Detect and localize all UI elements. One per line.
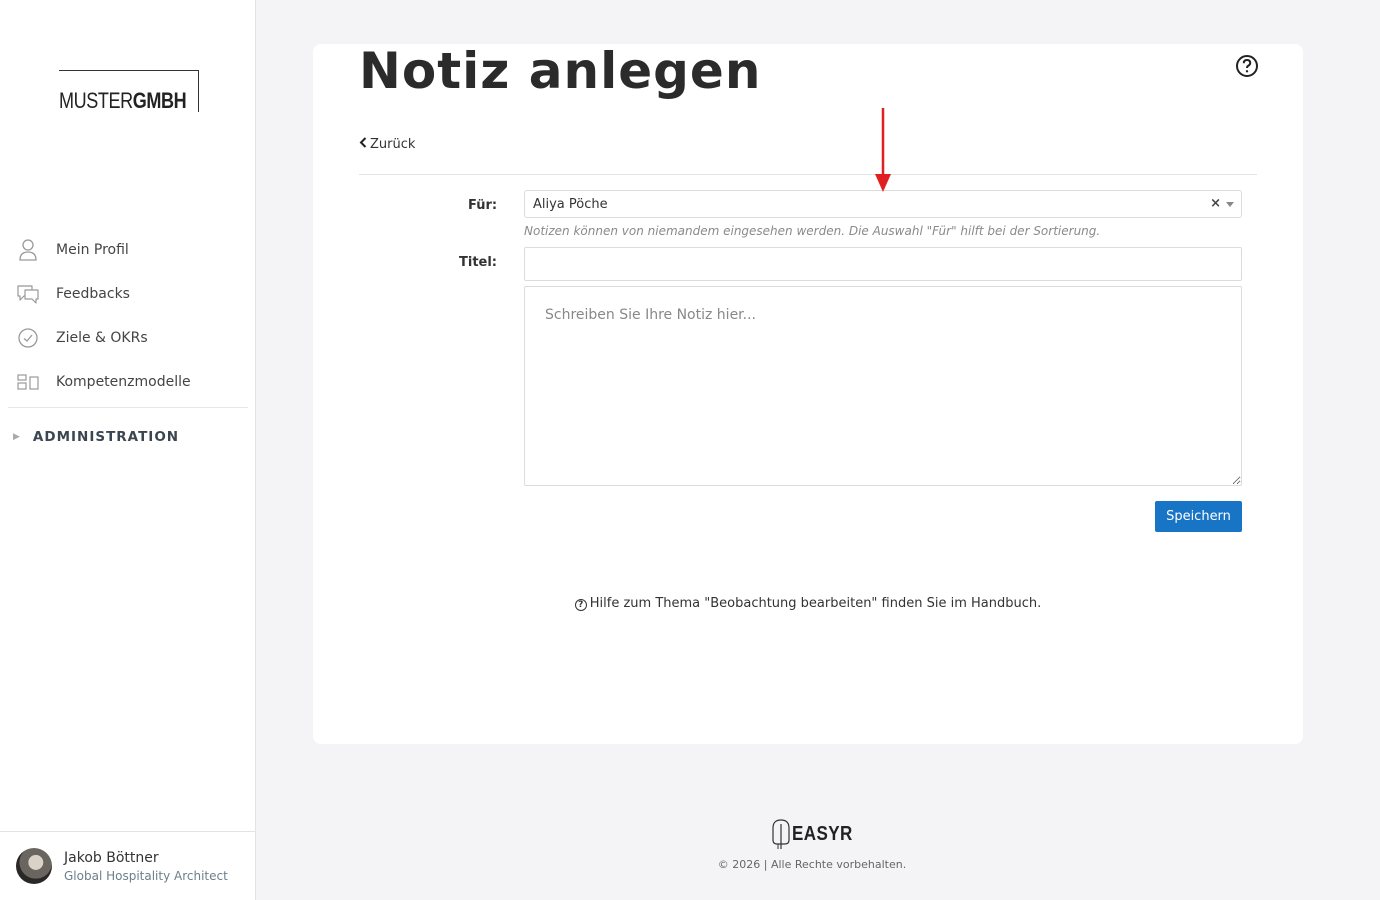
note-textarea[interactable] xyxy=(524,286,1242,486)
title-input[interactable] xyxy=(524,247,1242,281)
sidebar-item-label: Ziele & OKRs xyxy=(56,330,148,346)
sidebar-item-label: Feedbacks xyxy=(56,286,130,302)
sidebar-item-mein-profil[interactable]: Mein Profil xyxy=(8,228,248,272)
for-select-value: Aliya Pöche xyxy=(533,197,608,212)
handbook-help-text: Hilfe zum Thema "Beobachtung bearbeiten"… xyxy=(589,596,1042,611)
chat-icon xyxy=(17,283,39,305)
annotation-arrow-icon xyxy=(875,108,891,192)
sidebar-item-administration[interactable]: ▶ ADMINISTRATION xyxy=(8,408,248,466)
user-role: Global Hospitality Architect xyxy=(64,869,228,883)
for-label: Für: xyxy=(468,198,498,213)
administration-label: ADMINISTRATION xyxy=(32,429,180,445)
sidebar-nav: Mein Profil Feedbacks Ziele & OKRs Kompe… xyxy=(8,228,248,466)
clear-selection-icon[interactable]: × xyxy=(1210,196,1221,211)
page-title: Notiz anlegen xyxy=(359,42,762,100)
check-circle-icon xyxy=(17,327,39,349)
back-link[interactable]: Zurück xyxy=(359,137,415,152)
logo-text-bold: GMBH xyxy=(132,88,187,113)
sidebar-item-ziele-okrs[interactable]: Ziele & OKRs xyxy=(8,316,248,360)
sidebar-item-label: Kompetenzmodelle xyxy=(56,374,191,390)
for-hint: Notizen können von niemandem eingesehen … xyxy=(524,224,1101,238)
main-card: Notiz anlegen Zurück Für: Aliya Pöche × … xyxy=(313,42,1303,744)
user-icon xyxy=(17,239,39,261)
question-circle-icon: ? xyxy=(574,599,587,611)
easyr-logo[interactable]: EASYR xyxy=(772,818,863,850)
sidebar-item-feedbacks[interactable]: Feedbacks xyxy=(8,272,248,316)
divider xyxy=(359,174,1257,175)
company-logo[interactable]: MUSTERGMBH xyxy=(59,70,199,113)
dropdown-caret-icon[interactable] xyxy=(1226,202,1234,207)
sidebar-item-label: Mein Profil xyxy=(56,242,129,258)
modules-icon xyxy=(17,371,39,393)
easyr-logo-icon xyxy=(772,819,790,849)
sidebar-item-kompetenzmodelle[interactable]: Kompetenzmodelle xyxy=(8,360,248,404)
for-select[interactable]: Aliya Pöche × xyxy=(524,190,1242,218)
copyright-text: © 2026 | Alle Rechte vorbehalten. xyxy=(717,858,907,871)
handbook-help[interactable]: ? Hilfe zum Thema "Beobachtung bearbeiten… xyxy=(313,596,1303,611)
save-button[interactable]: Speichern xyxy=(1155,501,1242,532)
sidebar: MUSTERGMBH Mein Profil Feedbacks Ziele &… xyxy=(0,0,256,900)
back-label: Zurück xyxy=(370,137,416,152)
help-icon[interactable] xyxy=(1235,54,1259,78)
title-label: Titel: xyxy=(459,255,498,270)
caret-right-icon: ▶ xyxy=(13,432,20,442)
chevron-left-icon xyxy=(359,137,367,152)
copyright: © 2026 | Alle Rechte vorbehalten. xyxy=(0,858,1380,871)
logo-text-light: MUSTER xyxy=(59,88,133,113)
easyr-brand: EASYR xyxy=(792,822,853,845)
